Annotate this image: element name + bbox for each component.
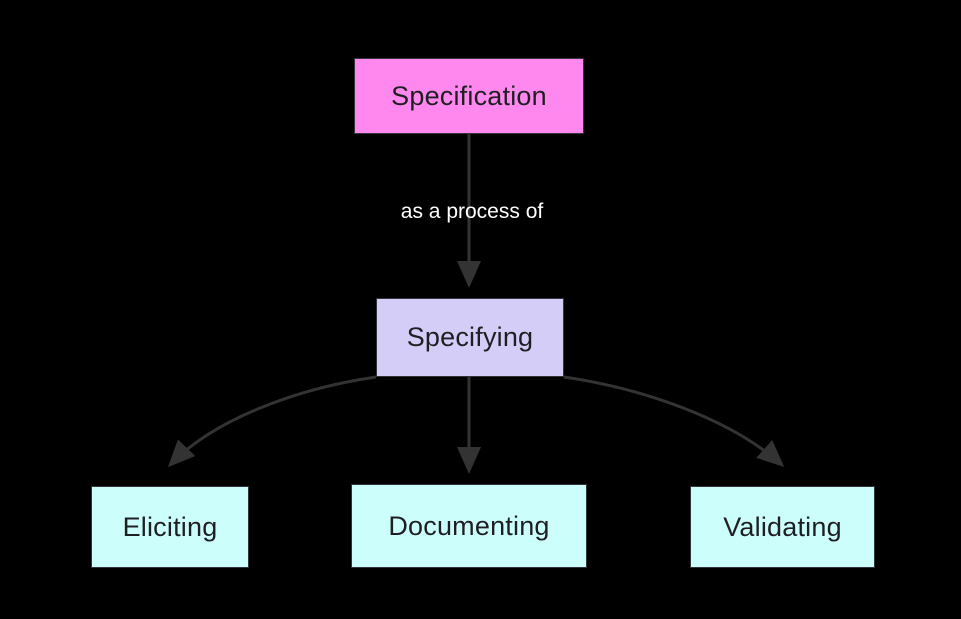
edge-specifying-eliciting [167,375,377,468]
node-validating[interactable]: Validating [690,486,875,568]
node-specifying[interactable]: Specifying [376,298,564,377]
node-eliciting[interactable]: Eliciting [91,486,249,568]
node-eliciting-label: Eliciting [122,511,218,542]
edge-label-text: as a process of [400,200,544,223]
node-specifying-label: Specifying [406,322,534,352]
node-specification-label: Specification [391,80,547,111]
node-specification[interactable]: Specification [354,58,584,134]
node-validating-label: Validating [723,511,842,542]
node-documenting-label: Documenting [388,510,550,541]
node-documenting[interactable]: Documenting [351,484,587,568]
diagram-canvas: Specification as a process of Specifying… [0,0,961,619]
edge-specifying-validating [563,375,785,468]
edge-label-as-a-process-of: as a process of [355,200,589,224]
